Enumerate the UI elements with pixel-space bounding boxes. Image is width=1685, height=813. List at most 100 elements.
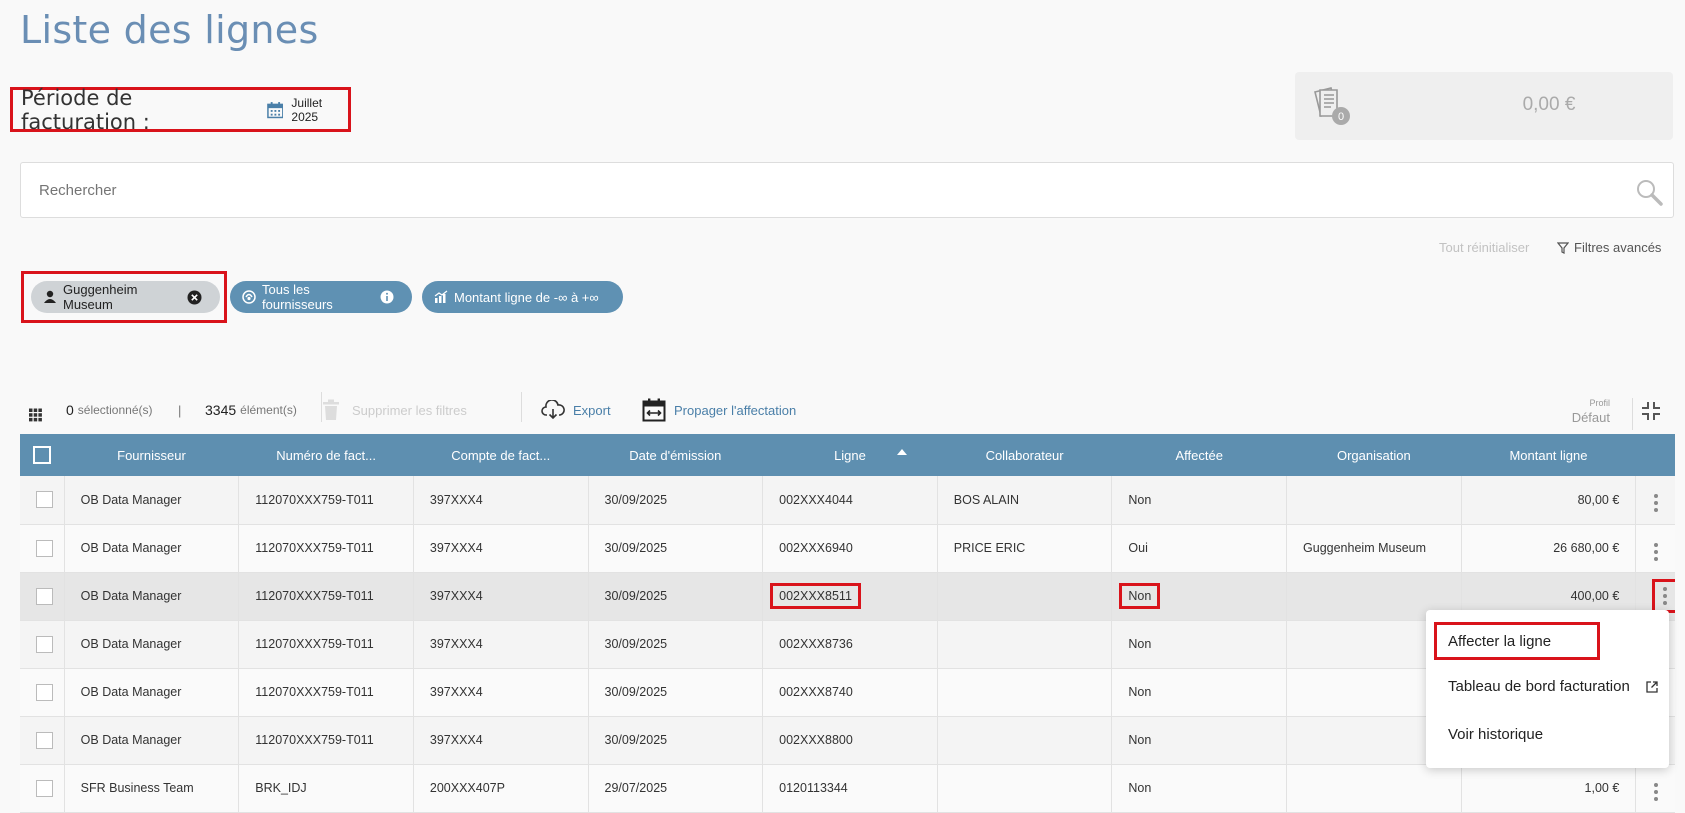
search-input[interactable] xyxy=(37,180,1597,200)
sort-asc-icon xyxy=(897,449,908,455)
cloud-download-icon xyxy=(541,400,565,420)
search-bar xyxy=(20,162,1674,218)
cell-numero: 112070XXX759-T011 xyxy=(238,620,414,669)
cell-affectee: Non xyxy=(1111,620,1288,669)
profile-label: Profil xyxy=(1589,398,1610,408)
row-checkbox[interactable] xyxy=(20,716,65,765)
toolbar-divider xyxy=(321,392,322,422)
cell-organisation xyxy=(1286,476,1462,525)
cell-affectee: Non xyxy=(1111,764,1288,813)
menu-item-billing-dashboard[interactable]: Tableau de bord facturation xyxy=(1448,678,1658,695)
billing-period: Période de facturation : Juillet 2025 xyxy=(10,85,351,134)
table-row[interactable]: SFR Business Team BRK_IDJ 200XXX407P 29/… xyxy=(20,764,1675,813)
column-header[interactable]: Fournisseur xyxy=(64,434,239,476)
cell-collaborateur: BOS ALAIN xyxy=(937,476,1113,525)
more-vertical-icon xyxy=(1653,494,1658,513)
column-header[interactable]: Montant ligne xyxy=(1461,434,1636,476)
user-icon xyxy=(44,290,56,303)
reset-filters-link[interactable]: Tout réinitialiser xyxy=(1439,240,1529,255)
total-amount-card: 0 0,00 € xyxy=(1295,72,1673,140)
cell-affectee: Oui xyxy=(1111,524,1288,573)
cell-affectee: Non xyxy=(1111,476,1288,525)
grid-icon[interactable] xyxy=(29,403,42,427)
cell-numero: 112070XXX759-T011 xyxy=(238,572,414,621)
cell-date: 30/09/2025 xyxy=(588,668,764,717)
column-header[interactable]: Compte de fact... xyxy=(413,434,589,476)
export-button[interactable]: Export xyxy=(541,398,611,422)
column-header-sorted[interactable]: Ligne xyxy=(762,434,938,476)
organization-filter-chip[interactable]: Guggenheim Museum xyxy=(31,281,220,313)
profile-value: Défaut xyxy=(1571,410,1610,425)
cell-ligne: 002XXX6940 xyxy=(762,524,938,573)
external-link-icon xyxy=(1646,680,1658,693)
page-title: Liste des lignes xyxy=(20,8,319,52)
collapse-icon[interactable] xyxy=(1640,400,1662,422)
calendar-arrows-icon xyxy=(642,398,666,422)
cell-date: 30/09/2025 xyxy=(588,572,764,621)
row-checkbox[interactable] xyxy=(20,572,65,621)
amount-filter-chip[interactable]: Montant ligne de -∞ à +∞ xyxy=(422,281,623,313)
row-actions-button[interactable] xyxy=(1635,764,1675,813)
row-checkbox[interactable] xyxy=(20,764,65,813)
total-count: 3345 élément(s) xyxy=(205,402,297,418)
profile-selector[interactable]: Profil Défaut xyxy=(1572,398,1610,425)
info-icon[interactable] xyxy=(380,290,394,304)
trash-icon xyxy=(323,399,339,420)
table-row[interactable]: OB Data Manager 112070XXX759-T011 397XXX… xyxy=(20,476,1675,525)
cell-fournisseur: OB Data Manager xyxy=(64,476,240,525)
period-label: Période de facturation : xyxy=(21,85,150,134)
cell-date: 29/07/2025 xyxy=(588,764,764,813)
supplier-icon xyxy=(242,290,256,304)
row-checkbox[interactable] xyxy=(20,476,65,525)
table-header-row: Fournisseur Numéro de fact... Compte de … xyxy=(20,434,1675,476)
cell-affectee: Non xyxy=(1111,668,1288,717)
row-actions-button[interactable] xyxy=(1635,476,1675,525)
remove-chip-icon[interactable] xyxy=(187,290,202,305)
more-vertical-icon xyxy=(1663,587,1668,605)
cell-date: 30/09/2025 xyxy=(588,476,764,525)
chart-icon xyxy=(434,290,448,303)
table-row[interactable]: OB Data Manager 112070XXX759-T011 397XXX… xyxy=(20,524,1675,573)
cell-montant: 1,00 € xyxy=(1461,764,1637,813)
actions-header xyxy=(1635,434,1675,476)
row-checkbox[interactable] xyxy=(20,668,65,717)
advanced-filters-button[interactable]: Filtres avancés xyxy=(1557,240,1661,255)
select-all-checkbox[interactable] xyxy=(20,434,65,476)
toolbar-separator: | xyxy=(178,402,182,418)
row-actions-button[interactable] xyxy=(1635,524,1675,573)
cell-collaborateur: PRICE ERIC xyxy=(937,524,1113,573)
cell-ligne: 0120113344 xyxy=(762,764,938,813)
column-header[interactable]: Numéro de fact... xyxy=(238,434,414,476)
row-checkbox[interactable] xyxy=(20,524,65,573)
table-toolbar: 0 sélectionné(s) | 3345 élément(s) Suppr… xyxy=(20,398,1675,422)
cell-compte: 397XXX4 xyxy=(413,524,589,573)
cell-organisation xyxy=(1286,764,1462,813)
column-header[interactable]: Affectée xyxy=(1111,434,1287,476)
row-checkbox[interactable] xyxy=(20,620,65,669)
export-label: Export xyxy=(573,402,611,418)
search-icon[interactable] xyxy=(1635,178,1663,206)
column-header[interactable]: Organisation xyxy=(1286,434,1462,476)
cell-fournisseur: OB Data Manager xyxy=(64,524,240,573)
column-header[interactable]: Date d'émission xyxy=(588,434,763,476)
period-selector[interactable]: Juillet 2025 xyxy=(266,96,348,124)
cell-compte: 397XXX4 xyxy=(413,716,589,765)
row-context-menu: Affecter la ligne Tableau de bord factur… xyxy=(1426,610,1669,768)
cell-fournisseur: OB Data Manager xyxy=(64,716,240,765)
cell-numero: 112070XXX759-T011 xyxy=(238,716,414,765)
cell-compte: 397XXX4 xyxy=(413,476,589,525)
more-vertical-icon xyxy=(1653,542,1658,561)
propagate-assignment-button[interactable]: Propager l'affectation xyxy=(642,398,796,422)
toolbar-divider xyxy=(1632,398,1633,430)
cell-compte: 200XXX407P xyxy=(413,764,589,813)
cell-numero: 112070XXX759-T011 xyxy=(238,476,414,525)
propagate-label: Propager l'affectation xyxy=(674,402,797,418)
delete-filters-button[interactable]: Supprimer les filtres xyxy=(322,398,467,422)
menu-item-view-history[interactable]: Voir historique xyxy=(1448,726,1543,743)
cell-date: 30/09/2025 xyxy=(588,524,764,573)
menu-item-affect-line[interactable]: Affecter la ligne xyxy=(1434,622,1600,660)
cell-collaborateur xyxy=(937,572,1113,621)
supplier-filter-chip[interactable]: Tous les fournisseurs xyxy=(230,281,412,313)
chip-label: Tous les fournisseurs xyxy=(262,282,333,312)
column-header[interactable]: Collaborateur xyxy=(937,434,1112,476)
